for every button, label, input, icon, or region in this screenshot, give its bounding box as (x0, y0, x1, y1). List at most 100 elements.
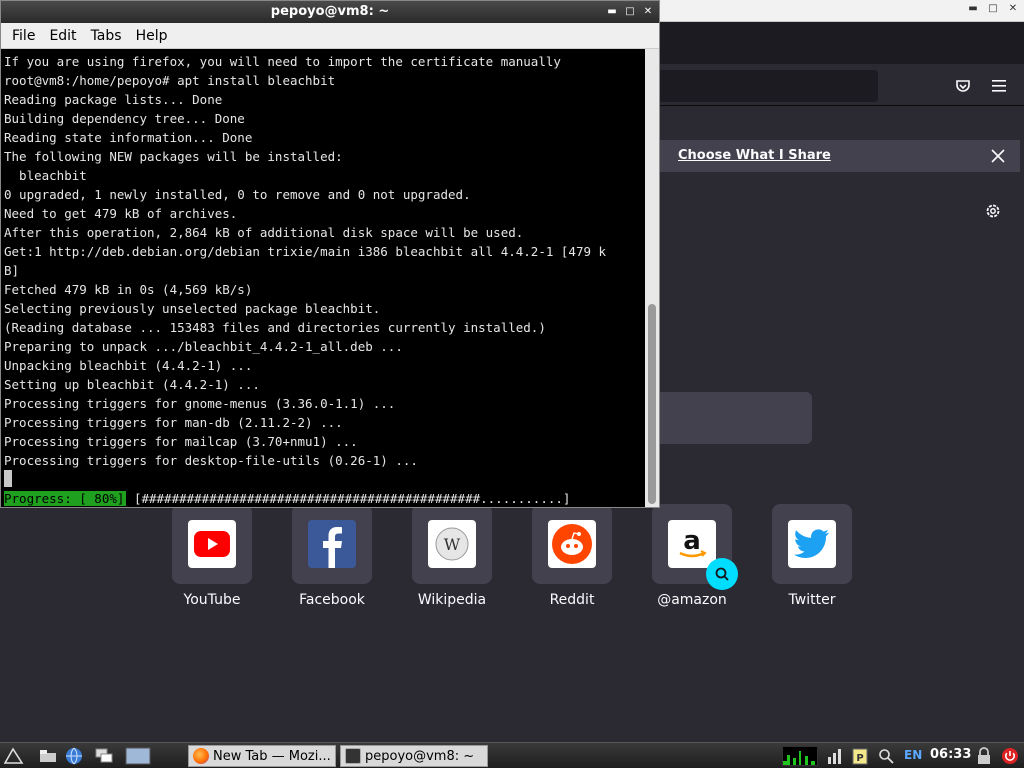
terminal-line: Processing triggers for mailcap (3.70+nm… (4, 434, 358, 449)
terminal-line: 0 upgraded, 1 newly installed, 0 to remo… (4, 187, 471, 202)
terminal-line: Building dependency tree... Done (4, 111, 245, 126)
shortcut-wikipedia[interactable]: W Wikipedia (392, 504, 512, 608)
terminal-line: If you are using firefox, you will need … (4, 54, 561, 69)
terminal-line: Processing triggers for gnome-menus (3.3… (4, 396, 396, 411)
data-sharing-notification-bar: Choose What I Share (660, 140, 1020, 172)
shortcut-tile[interactable] (532, 504, 612, 584)
youtube-icon (188, 520, 236, 568)
terminal-line: Reading state information... Done (4, 130, 253, 145)
reddit-icon (548, 520, 596, 568)
firefox-window-buttons: ▬ □ ✕ (966, 3, 1020, 14)
wikipedia-icon: W (428, 520, 476, 568)
terminal-lines: If you are using firefox, you will need … (4, 52, 606, 470)
clipboard-icon[interactable]: P (850, 746, 870, 766)
network-icon[interactable] (826, 746, 846, 766)
close-icon[interactable]: ✕ (1006, 3, 1020, 14)
amazon-icon: a (668, 520, 716, 568)
progress-label: Progress: [ 80%] (4, 491, 127, 506)
terminal-line: Processing triggers for man-db (2.11.2-2… (4, 415, 343, 430)
hamburger-menu-icon[interactable] (988, 75, 1010, 97)
shortcut-label: Facebook (299, 592, 365, 608)
web-browser-icon[interactable] (64, 746, 84, 766)
choose-what-i-share-link[interactable]: Choose What I Share (678, 148, 831, 163)
shortcut-youtube[interactable]: YouTube (152, 504, 272, 608)
shortcut-label: Wikipedia (417, 592, 487, 608)
terminal-menubar: File Edit Tabs Help (1, 23, 659, 49)
terminal-icon (345, 748, 361, 764)
progress-bar: [#######################################… (126, 491, 571, 506)
terminal-line: Reading package lists... Done (4, 92, 223, 107)
workspace-icon[interactable] (124, 746, 152, 766)
terminal-window: pepoyo@vm8: ~ ▬ □ ✕ File Edit Tabs Help … (0, 0, 660, 508)
terminal-line: bleachbit (4, 168, 87, 183)
task-terminal[interactable]: pepoyo@vm8: ~ (340, 745, 488, 767)
maximize-icon[interactable]: □ (623, 4, 637, 18)
task-label: pepoyo@vm8: ~ (365, 748, 475, 764)
terminal-line: Fetched 479 kB in 0s (4,569 kB/s) (4, 282, 253, 297)
terminal-line: Setting up bleachbit (4.4.2-1) ... (4, 377, 260, 392)
task-firefox[interactable]: New Tab — Mozi... (188, 745, 336, 767)
shortcut-tile[interactable]: W (412, 504, 492, 584)
svg-text:a: a (683, 526, 701, 556)
menu-tabs[interactable]: Tabs (84, 28, 129, 44)
menu-help[interactable]: Help (129, 28, 175, 44)
terminal-output[interactable]: If you are using firefox, you will need … (1, 49, 645, 507)
close-icon[interactable]: ✕ (641, 4, 655, 18)
terminal-line: root@vm8:/home/pepoyo# apt install bleac… (4, 73, 336, 88)
apt-progress: Progress: [ 80%] [######################… (4, 489, 570, 507)
terminal-line: Need to get 479 kB of archives. (4, 206, 238, 221)
task-label: New Tab — Mozi... (213, 748, 331, 764)
terminal-line: B] (4, 263, 20, 278)
terminal-window-buttons: ▬ □ ✕ (605, 4, 655, 18)
minimize-icon[interactable]: ▬ (605, 4, 619, 18)
shortcut-facebook[interactable]: Facebook (272, 504, 392, 608)
search-icon[interactable] (876, 746, 896, 766)
twitter-icon (788, 520, 836, 568)
terminal-line: (Reading database ... 153483 files and d… (4, 320, 546, 335)
facebook-icon (308, 520, 356, 568)
shortcut-label: @amazon (657, 592, 727, 608)
scrollbar-thumb[interactable] (648, 304, 656, 504)
terminal-cursor (4, 470, 12, 487)
terminal-scrollbar[interactable] (645, 49, 659, 507)
terminal-line: Preparing to unpack .../bleachbit_4.4.2-… (4, 339, 403, 354)
keyboard-layout[interactable]: EN (904, 748, 922, 762)
minimize-icon[interactable]: ▬ (966, 3, 980, 14)
search-icon (706, 558, 738, 590)
menu-edit[interactable]: Edit (42, 28, 83, 44)
cpu-monitor (782, 746, 818, 766)
firefox-icon (193, 748, 209, 764)
svg-text:W: W (444, 535, 461, 554)
clock[interactable]: 06:33 (930, 747, 971, 762)
power-icon[interactable] (1000, 746, 1020, 766)
shortcut-tile[interactable] (292, 504, 372, 584)
shortcut-twitter[interactable]: Twitter (752, 504, 872, 608)
shortcut-reddit[interactable]: Reddit (512, 504, 632, 608)
terminal-line: The following NEW packages will be insta… (4, 149, 343, 164)
svg-text:P: P (856, 753, 863, 764)
shortcut-label: Twitter (788, 592, 836, 608)
lock-screen-icon[interactable] (974, 746, 994, 766)
terminal-titlebar[interactable]: pepoyo@vm8: ~ ▬ □ ✕ (1, 1, 659, 23)
start-menu-icon[interactable] (4, 746, 24, 766)
shortcut-tile[interactable] (172, 504, 252, 584)
gear-icon[interactable] (982, 200, 1004, 222)
terminal-line: Unpacking bleachbit (4.4.2-1) ... (4, 358, 253, 373)
show-desktop-icon[interactable] (38, 746, 58, 766)
menu-file[interactable]: File (5, 28, 42, 44)
close-icon[interactable] (988, 146, 1008, 166)
terminal-line: Selecting previously unselected package … (4, 301, 381, 316)
pocket-icon[interactable] (952, 75, 974, 97)
terminal-line: Get:1 http://deb.debian.org/debian trixi… (4, 244, 607, 259)
terminal-line: After this operation, 2,864 kB of additi… (4, 225, 524, 240)
taskbar: New Tab — Mozi... pepoyo@vm8: ~ P EN 06:… (0, 742, 1024, 768)
shortcut-label: Reddit (549, 592, 595, 608)
shortcut-label: YouTube (183, 592, 241, 608)
windows-icon[interactable] (94, 746, 114, 766)
shortcut-amazon[interactable]: a @amazon (632, 504, 752, 608)
maximize-icon[interactable]: □ (986, 3, 1000, 14)
terminal-line: Processing triggers for desktop-file-uti… (4, 453, 418, 468)
shortcut-tile[interactable]: a (652, 504, 738, 590)
window-title: pepoyo@vm8: ~ (270, 4, 390, 19)
shortcut-tile[interactable] (772, 504, 852, 584)
